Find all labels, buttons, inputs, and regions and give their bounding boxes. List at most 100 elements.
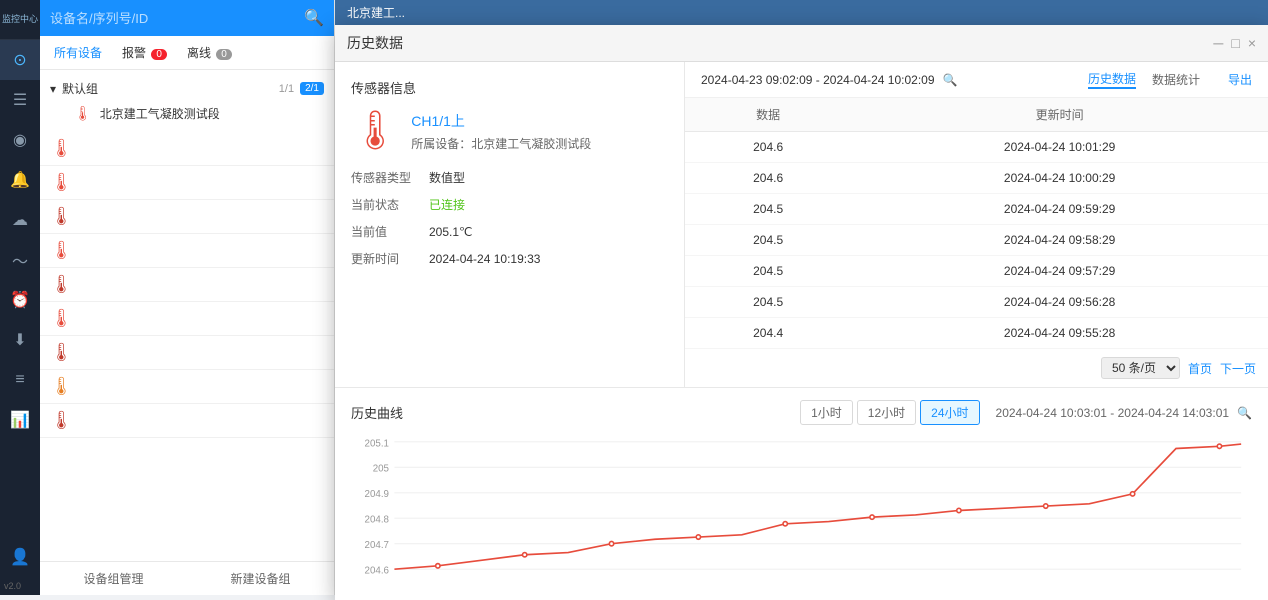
cell-time: 2024-04-24 09:55:28 — [851, 318, 1268, 349]
top-bar-text: 北京建工... — [347, 4, 405, 21]
sensor-properties: 传感器类型 数值型 当前状态 已连接 当前值 205.1℃ — [351, 169, 668, 267]
svg-text:204.6: 204.6 — [365, 566, 390, 577]
sensor-channel[interactable]: CH1/1上 — [411, 111, 591, 131]
sidebar-location[interactable]: ◉ — [0, 120, 40, 160]
panel-header: 🔍 — [40, 0, 334, 36]
sidebar-wave[interactable]: 〜 — [0, 240, 40, 280]
table-row[interactable]: 204.52024-04-24 09:56:28 — [685, 287, 1268, 318]
list-item[interactable]: 🌡 — [40, 302, 334, 336]
cell-value: 204.5 — [685, 287, 851, 318]
list-item[interactable]: 🌡 — [40, 166, 334, 200]
cell-value: 204.4 — [685, 318, 851, 349]
sensor-device-label: 所属设备：北京建工气凝胶测试段 — [411, 135, 591, 152]
next-page-button[interactable]: 下一页 — [1220, 360, 1256, 377]
tab-all-devices[interactable]: 所有设备 — [50, 42, 106, 63]
sidebar-download[interactable]: ⬇ — [0, 320, 40, 360]
sidebar-chart[interactable]: 📊 — [0, 400, 40, 440]
minimize-button[interactable]: ─ — [1213, 35, 1223, 51]
sensor-identity: 🌡 CH1/1上 所属设备：北京建工气凝胶测试段 — [351, 109, 668, 153]
thermo-icon: 🌡 — [50, 274, 73, 295]
group-count: 1/1 — [279, 83, 294, 95]
list-item[interactable]: 🌡 — [40, 336, 334, 370]
device-item[interactable]: 🌡 北京建工气凝胶测试段 — [50, 101, 324, 126]
maximize-button[interactable]: □ — [1231, 35, 1239, 51]
thermo-icon: 🌡 — [50, 376, 73, 397]
table-row[interactable]: 204.52024-04-24 09:58:29 — [685, 225, 1268, 256]
cell-time: 2024-04-24 10:01:29 — [851, 132, 1268, 163]
sidebar: 监控中心 ⊙ ☰ ◉ 🔔 ☁ 〜 ⏰ ⬇ ≡ 📊 👤 v2.0 — [0, 0, 40, 595]
sidebar-user[interactable]: 👤 — [0, 537, 40, 577]
svg-text:204.8: 204.8 — [365, 515, 390, 526]
status-label: 当前状态 — [351, 196, 421, 213]
thermo-icon: 🌡 — [50, 206, 73, 227]
device-group: ▾ 默认组 1/1 2/1 🌡 北京建工气凝胶测试段 — [40, 70, 334, 132]
list-item[interactable]: 🌡 — [40, 132, 334, 166]
list-item[interactable]: 🌡 — [40, 268, 334, 302]
time-buttons: 1小时 12小时 24小时 — [800, 400, 979, 425]
cell-time: 2024-04-24 09:58:29 — [851, 225, 1268, 256]
thermo-icon: 🌡 — [50, 172, 73, 193]
chart-title: 历史曲线 — [351, 403, 403, 422]
modal-header: 历史数据 ─ □ × — [335, 25, 1268, 62]
prop-update-time: 更新时间 2024-04-24 10:19:33 — [351, 250, 668, 267]
first-page-button[interactable]: 首页 — [1188, 360, 1212, 377]
pagination: 50 条/页 首页 下一页 — [685, 349, 1268, 387]
per-page-select[interactable]: 50 条/页 — [1101, 357, 1180, 379]
manage-groups-button[interactable]: 设备组管理 — [40, 562, 187, 595]
24h-button[interactable]: 24小时 — [920, 400, 979, 425]
cell-time: 2024-04-24 09:56:28 — [851, 287, 1268, 318]
app-version: v2.0 — [0, 577, 40, 595]
data-table-panel: 2024-04-23 09:02:09 - 2024-04-24 10:02:0… — [685, 62, 1268, 387]
list-item[interactable]: 🌡 — [40, 200, 334, 234]
current-value: 205.1℃ — [429, 225, 473, 239]
sensor-info-panel: 传感器信息 🌡 CH1/1上 所属设备：北京建工气凝胶测试段 传感器类型 — [335, 62, 685, 387]
modal-top-section: 传感器信息 🌡 CH1/1上 所属设备：北京建工气凝胶测试段 传感器类型 — [335, 62, 1268, 388]
list-item[interactable]: 🌡 — [40, 404, 334, 438]
cell-time: 2024-04-24 09:57:29 — [851, 256, 1268, 287]
table-row[interactable]: 204.62024-04-24 10:00:29 — [685, 163, 1268, 194]
tab-history-data[interactable]: 历史数据 — [1088, 70, 1136, 89]
history-modal: 历史数据 ─ □ × 传感器信息 🌡 — [335, 25, 1268, 600]
table-row[interactable]: 204.62024-04-24 10:01:29 — [685, 132, 1268, 163]
prop-current-value: 当前值 205.1℃ — [351, 223, 668, 240]
tab-offline[interactable]: 离线 0 — [183, 42, 236, 63]
chart-search-icon[interactable]: 🔍 — [1237, 406, 1252, 420]
close-button[interactable]: × — [1248, 35, 1256, 51]
table-container: 数据 更新时间 204.62024-04-24 10:01:29204.6202… — [685, 98, 1268, 349]
sidebar-menu[interactable]: ≡ — [0, 360, 40, 400]
top-bar: 北京建工... — [335, 0, 1268, 25]
sidebar-clock[interactable]: ⏰ — [0, 280, 40, 320]
offline-badge: 0 — [216, 49, 232, 60]
tab-data-stats[interactable]: 数据统计 — [1152, 71, 1200, 88]
list-item[interactable]: 🌡 — [40, 370, 334, 404]
group-header[interactable]: ▾ 默认组 1/1 2/1 — [50, 76, 324, 101]
new-group-button[interactable]: 新建设备组 — [187, 562, 334, 595]
table-row[interactable]: 204.52024-04-24 09:59:29 — [685, 194, 1268, 225]
table-header: 2024-04-23 09:02:09 - 2024-04-24 10:02:0… — [685, 62, 1268, 98]
modal-backdrop: 历史数据 ─ □ × 传感器信息 🌡 — [335, 25, 1268, 600]
list-item[interactable]: 🌡 — [40, 234, 334, 268]
modal-body: 传感器信息 🌡 CH1/1上 所属设备：北京建工气凝胶测试段 传感器类型 — [335, 62, 1268, 600]
col-time: 更新时间 — [851, 98, 1268, 132]
table-date-range: 2024-04-23 09:02:09 - 2024-04-24 10:02:0… — [701, 73, 935, 87]
sensor-list: 🌡 🌡 🌡 🌡 🌡 🌡 🌡 🌡 🌡 — [40, 132, 334, 561]
export-button[interactable]: 导出 — [1228, 71, 1252, 88]
sidebar-alert[interactable]: 🔔 — [0, 160, 40, 200]
cell-value: 204.5 — [685, 194, 851, 225]
chart-header: 历史曲线 1小时 12小时 24小时 2024-04-24 10:03:01 -… — [351, 400, 1252, 425]
date-search-icon[interactable]: 🔍 — [943, 73, 958, 87]
1h-button[interactable]: 1小时 — [800, 400, 853, 425]
prop-type: 传感器类型 数值型 — [351, 169, 668, 186]
table-row[interactable]: 204.52024-04-24 09:57:29 — [685, 256, 1268, 287]
sidebar-cloud[interactable]: ☁ — [0, 200, 40, 240]
12h-button[interactable]: 12小时 — [857, 400, 916, 425]
sidebar-list[interactable]: ☰ — [0, 80, 40, 120]
table-row[interactable]: 204.42024-04-24 09:55:28 — [685, 318, 1268, 349]
thermometer-icon: 🌡 — [74, 105, 92, 122]
chart-container: 205.1 205 204.9 204.8 204.7 204.6 — [351, 433, 1252, 588]
prop-status: 当前状态 已连接 — [351, 196, 668, 213]
device-search-input[interactable] — [50, 11, 296, 26]
sidebar-home[interactable]: ⊙ — [0, 40, 40, 80]
search-button[interactable]: 🔍 — [304, 8, 324, 28]
tab-alerts[interactable]: 报警 0 — [118, 42, 171, 63]
